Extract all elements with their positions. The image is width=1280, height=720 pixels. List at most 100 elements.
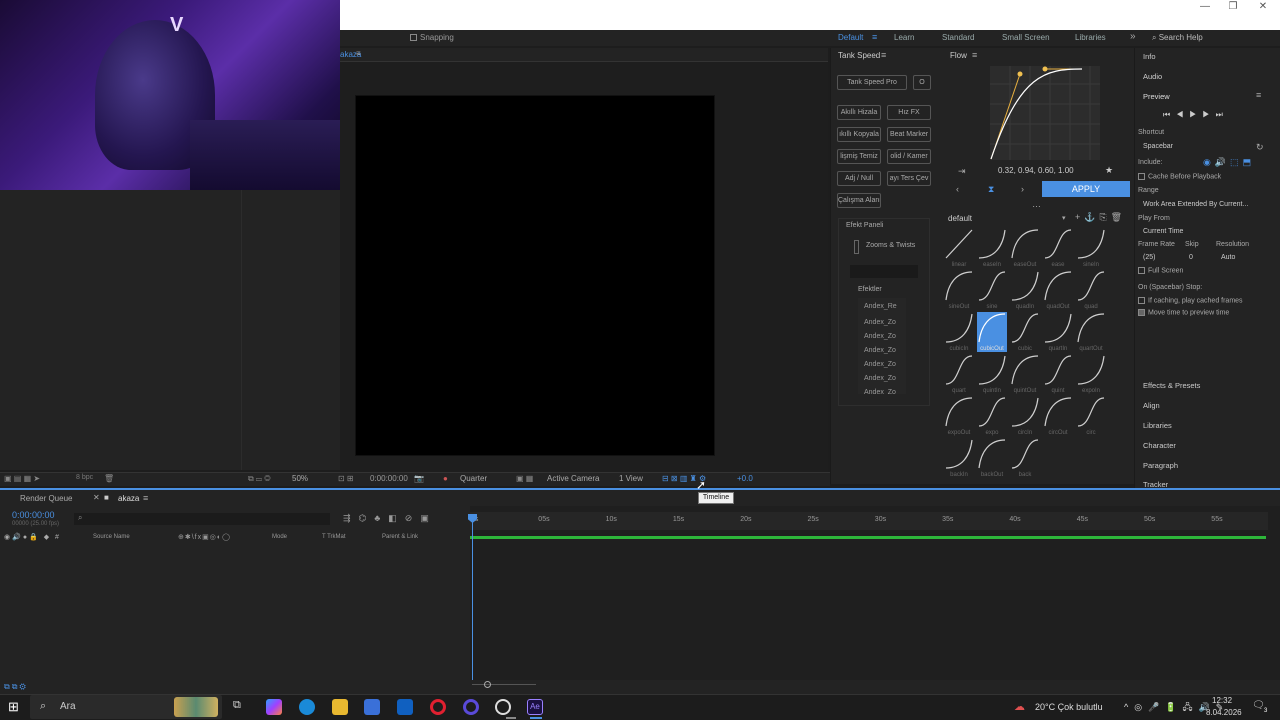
list-item[interactable]: Andex_Zo bbox=[858, 316, 906, 330]
preset-circ[interactable]: circ bbox=[1076, 396, 1106, 436]
move-time-checkbox[interactable] bbox=[1138, 309, 1145, 316]
preview-panel-header[interactable]: Preview bbox=[1143, 92, 1170, 101]
taskbar-search[interactable]: ⌕ Ara bbox=[30, 695, 222, 719]
preset-action-icons[interactable]: +⚓⎘🗑 bbox=[1075, 212, 1126, 223]
trash-icon[interactable]: 🗑 bbox=[104, 474, 114, 483]
file-explorer-icon[interactable] bbox=[332, 699, 348, 715]
preset-backIn[interactable]: backIn bbox=[944, 438, 974, 478]
col-mode[interactable]: Mode bbox=[272, 534, 287, 540]
workspace-libraries[interactable]: Libraries bbox=[1075, 33, 1106, 42]
tank-button-ters-cevir[interactable]: ayı Ters Çev bbox=[887, 171, 931, 186]
panel-align[interactable]: Align bbox=[1143, 401, 1160, 410]
windows-start-icon[interactable]: ⊞ bbox=[8, 699, 19, 715]
preset-sine[interactable]: sine bbox=[977, 270, 1007, 310]
preset-cubicIn[interactable]: cubicIn bbox=[944, 312, 974, 352]
notifications-icon[interactable]: 🗨 bbox=[1252, 700, 1265, 711]
workspace-menu-icon[interactable]: ≡ bbox=[872, 32, 877, 42]
full-screen-checkbox[interactable] bbox=[1138, 267, 1145, 274]
tank-speed-pro-button[interactable]: Tank Speed Pro bbox=[837, 75, 907, 90]
layer-switch-icons[interactable]: ⊕✱\fx▣◎◐◯ bbox=[178, 533, 231, 541]
workspace-overflow-icon[interactable]: » bbox=[1130, 31, 1136, 42]
preset-quint[interactable]: quint bbox=[1043, 354, 1073, 394]
flow-copy-icon[interactable]: ⇥ bbox=[958, 166, 966, 177]
snapshot-icon[interactable]: 📷 bbox=[414, 474, 424, 483]
outlook-icon[interactable] bbox=[397, 699, 413, 715]
preset-expoOut[interactable]: expoOut bbox=[944, 396, 974, 436]
timeline-menu-icon[interactable]: ≡ bbox=[143, 493, 148, 503]
tank-button-hiz-fx[interactable]: Hız FX bbox=[887, 105, 931, 120]
layer-search-input[interactable]: ⌕ bbox=[74, 513, 330, 525]
col-parent[interactable]: Parent & Link bbox=[382, 534, 418, 540]
move-time-toggle[interactable]: Move time to preview time bbox=[1138, 309, 1229, 316]
tank-button-akilli-hizala[interactable]: Akıllı Hizala bbox=[837, 105, 881, 120]
flow-curve-editor[interactable] bbox=[990, 66, 1100, 160]
effect-scroll[interactable] bbox=[854, 240, 859, 254]
chatgpt-icon[interactable] bbox=[495, 699, 511, 715]
timeline-switch-icons[interactable]: ⇶⌬♣◧⊘▣ bbox=[343, 513, 437, 524]
views-select[interactable]: 1 View bbox=[619, 474, 643, 483]
list-item[interactable]: Andex_Zo bbox=[858, 330, 906, 344]
weather-icon[interactable]: ☁ bbox=[1014, 700, 1025, 713]
if-caching-toggle[interactable]: If caching, play cached frames bbox=[1138, 297, 1243, 304]
task-view-icon[interactable]: ⧉ bbox=[233, 699, 241, 712]
workspace-learn[interactable]: Learn bbox=[894, 33, 914, 42]
tank-button-calisma-alani[interactable]: Çalışma Alanı bbox=[837, 193, 881, 208]
panel-libraries[interactable]: Libraries bbox=[1143, 421, 1172, 430]
list-item[interactable]: Andex_Re bbox=[858, 298, 906, 316]
av-switch-icons[interactable]: ◉🔊●🔒 ◆ # bbox=[4, 533, 61, 541]
skip-select[interactable]: 0 bbox=[1189, 254, 1193, 261]
store-icon[interactable] bbox=[364, 699, 380, 715]
opera-icon[interactable] bbox=[463, 699, 479, 715]
bezier-curve-graph[interactable] bbox=[990, 66, 1100, 160]
tank-button-solid-kamera[interactable]: olid / Kamer bbox=[887, 149, 931, 164]
preset-expo[interactable]: expo bbox=[977, 396, 1007, 436]
close-tab-icon[interactable]: ✕ bbox=[93, 493, 100, 502]
tank-o-button[interactable]: O bbox=[913, 75, 931, 90]
prev-preset-icon[interactable]: ‹ bbox=[956, 184, 959, 194]
timeline-comp-tab[interactable]: akaza bbox=[118, 494, 139, 503]
tank-button-kopyala[interactable]: ıkıllı Kopyala bbox=[837, 127, 881, 142]
resolution-select[interactable]: Quarter bbox=[460, 474, 487, 483]
composition-menu-icon[interactable]: ≡ bbox=[356, 49, 361, 58]
viewer-left-icons[interactable]: ▣ ▤ ▦ ➤ bbox=[4, 474, 40, 483]
playback-controls[interactable]: ⏮◀▶▶⏭ bbox=[1163, 110, 1229, 120]
next-preset-icon[interactable]: › bbox=[1021, 184, 1024, 194]
after-effects-icon[interactable]: Ae bbox=[527, 699, 543, 715]
panel-tracker[interactable]: Tracker bbox=[1143, 480, 1168, 488]
timeline-timecode[interactable]: 0:00:00:00 bbox=[12, 510, 55, 520]
preset-easeIn[interactable]: easeIn bbox=[977, 228, 1007, 268]
hourglass-icon[interactable]: ⧗ bbox=[988, 184, 994, 195]
viewer-fit-icons[interactable]: ⊡ ⊞ bbox=[338, 474, 354, 483]
list-item[interactable]: Andex_Zo bbox=[858, 344, 906, 358]
favorite-star-icon[interactable]: ★ bbox=[1105, 165, 1113, 176]
edge-icon[interactable] bbox=[299, 699, 315, 715]
weather-text[interactable]: 20°C Çok bulutlu bbox=[1035, 702, 1103, 712]
work-area-bar[interactable] bbox=[470, 536, 1266, 539]
workspace-default[interactable]: Default bbox=[838, 33, 863, 42]
shortcut-select[interactable]: Spacebar bbox=[1143, 143, 1173, 150]
cache-toggle[interactable]: Cache Before Playback bbox=[1138, 173, 1221, 180]
snapping-toggle[interactable]: Snapping bbox=[410, 33, 454, 42]
col-source-name[interactable]: Source Name bbox=[93, 534, 130, 540]
preset-set-dropdown-icon[interactable]: ▾ bbox=[1062, 214, 1066, 222]
list-item[interactable]: Andex_Zo bbox=[858, 372, 906, 386]
workspace-standard[interactable]: Standard bbox=[942, 33, 974, 42]
preset-cubic[interactable]: cubic bbox=[1010, 312, 1040, 352]
panel-effects-presets[interactable]: Effects & Presets bbox=[1143, 381, 1200, 390]
preset-circIn[interactable]: circIn bbox=[1010, 396, 1040, 436]
search-help[interactable]: ⌕ Search Help bbox=[1152, 33, 1203, 43]
tank-button-beat-marker[interactable]: Beat Marker bbox=[887, 127, 931, 142]
preset-linear[interactable]: linear bbox=[944, 228, 974, 268]
zoom-slider[interactable] bbox=[472, 684, 536, 685]
preset-sineOut[interactable]: sineOut bbox=[944, 270, 974, 310]
preset-quartIn[interactable]: quartIn bbox=[1043, 312, 1073, 352]
zoom-select[interactable]: 50% bbox=[292, 474, 308, 483]
render-queue-tab[interactable]: Render Queue bbox=[20, 494, 72, 503]
preset-quad[interactable]: quad bbox=[1076, 270, 1106, 310]
close-button[interactable]: ✕ bbox=[1248, 0, 1278, 14]
preset-circOut[interactable]: circOut bbox=[1043, 396, 1073, 436]
audio-panel-header[interactable]: Audio bbox=[1143, 72, 1162, 81]
preview-menu-icon[interactable]: ≡ bbox=[1256, 90, 1261, 100]
more-icon[interactable]: … bbox=[1032, 199, 1041, 209]
effect-search-field[interactable] bbox=[850, 265, 918, 278]
